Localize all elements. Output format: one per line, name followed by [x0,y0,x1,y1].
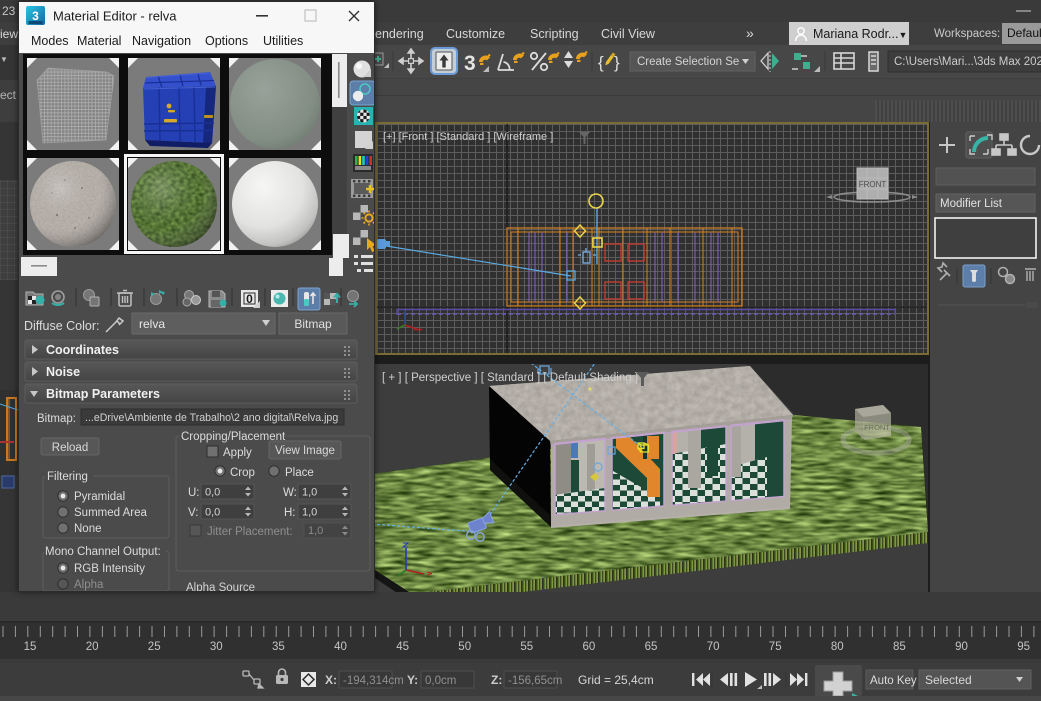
svg-text:Material Editor - relva: Material Editor - relva [53,9,177,24]
svg-text:Modifier List: Modifier List [940,198,1003,210]
svg-text:Mono Channel Output:: Mono Channel Output: [45,546,161,558]
svg-text:0: 0 [246,292,253,306]
svg-text:0,0cm: 0,0cm [425,675,456,687]
svg-text:[+] [Front ] [Standard ] [Wire: [+] [Front ] [Standard ] [Wireframe ] [383,131,553,143]
svg-text:V:: V: [188,507,198,519]
svg-text:FRONT: FRONT [864,423,890,432]
svg-text:45: 45 [396,641,409,653]
svg-text:Grid = 25,4cm: Grid = 25,4cm [578,673,654,687]
svg-text:70: 70 [707,641,720,653]
svg-text:Reload: Reload [52,442,88,454]
svg-text:Create Selection Se: Create Selection Se [637,56,739,68]
svg-text:Navigation: Navigation [132,34,191,48]
svg-text:-194,314cm: -194,314cm [343,675,404,687]
svg-text:Bitmap: Bitmap [294,317,332,331]
svg-text:Crop: Crop [230,467,255,479]
svg-text:{: { [598,53,604,72]
svg-text:-156,65cm: -156,65cm [508,675,562,687]
svg-text:1,0: 1,0 [302,507,317,519]
svg-text:Y:: Y: [407,673,418,687]
svg-text:Pyramidal: Pyramidal [74,491,125,503]
svg-text:Auto Key: Auto Key [870,675,917,687]
svg-text:Filtering: Filtering [47,471,88,483]
svg-text:...eDrive\Ambiente de Trabalho: ...eDrive\Ambiente de Trabalho\2 ano dig… [85,412,338,424]
svg-text:3: 3 [464,52,476,75]
svg-text:0,0: 0,0 [205,487,220,499]
svg-text:Modes: Modes [31,34,69,48]
svg-text:Material: Material [77,34,121,48]
svg-text:Bitmap Parameters: Bitmap Parameters [46,387,160,401]
svg-text:H:: H: [284,507,296,519]
svg-text:U:: U: [188,487,200,499]
svg-text:60: 60 [583,641,596,653]
svg-text:Noise: Noise [46,365,80,379]
svg-text:90: 90 [955,641,968,653]
svg-text:Selected: Selected [925,673,972,687]
svg-text:Jitter Placement:: Jitter Placement: [207,526,293,538]
svg-text:20: 20 [86,641,99,653]
svg-text:25: 25 [148,641,161,653]
svg-text:Summed Area: Summed Area [74,507,147,519]
svg-text:3: 3 [32,9,39,23]
svg-text:}: } [614,53,620,72]
svg-text:Apply: Apply [223,447,252,459]
svg-text:FRONT: FRONT [859,180,887,189]
svg-text:50: 50 [458,641,471,653]
svg-text:[ + ] [ Perspective ] [ Standa: [ + ] [ Perspective ] [ Standard ] [ Def… [382,372,638,384]
svg-text:Diffuse Color:: Diffuse Color: [24,319,100,333]
svg-text:15: 15 [24,641,37,653]
svg-text:W:: W: [283,487,297,499]
svg-text:Options: Options [205,34,248,48]
svg-text:1,0: 1,0 [308,525,323,537]
svg-text:Bitmap:: Bitmap: [37,413,76,425]
svg-text:RGB Intensity: RGB Intensity [74,563,145,575]
svg-text:Coordinates: Coordinates [46,343,119,357]
svg-text:0,0: 0,0 [205,507,220,519]
svg-text:75: 75 [769,641,782,653]
svg-text:40: 40 [334,641,347,653]
svg-text:Place: Place [285,467,314,479]
svg-text:None: None [74,523,102,535]
svg-text:30: 30 [210,641,223,653]
svg-text:85: 85 [893,641,906,653]
svg-text:Utilities: Utilities [263,34,303,48]
svg-text:View Image: View Image [275,445,335,457]
svg-text:Z:: Z: [491,673,502,687]
svg-text:65: 65 [645,641,658,653]
svg-text:relva: relva [139,317,165,331]
svg-text:80: 80 [831,641,844,653]
svg-text:C:\Users\Mari...\3ds Max 202: C:\Users\Mari...\3ds Max 202 [894,56,1041,68]
svg-text:X:: X: [325,673,337,687]
svg-text:95: 95 [1017,641,1030,653]
svg-text:55: 55 [520,641,533,653]
svg-text:Alpha: Alpha [74,579,104,591]
svg-text:1,0: 1,0 [302,487,317,499]
svg-text:Alpha Source: Alpha Source [186,582,255,591]
svg-text:35: 35 [272,641,285,653]
